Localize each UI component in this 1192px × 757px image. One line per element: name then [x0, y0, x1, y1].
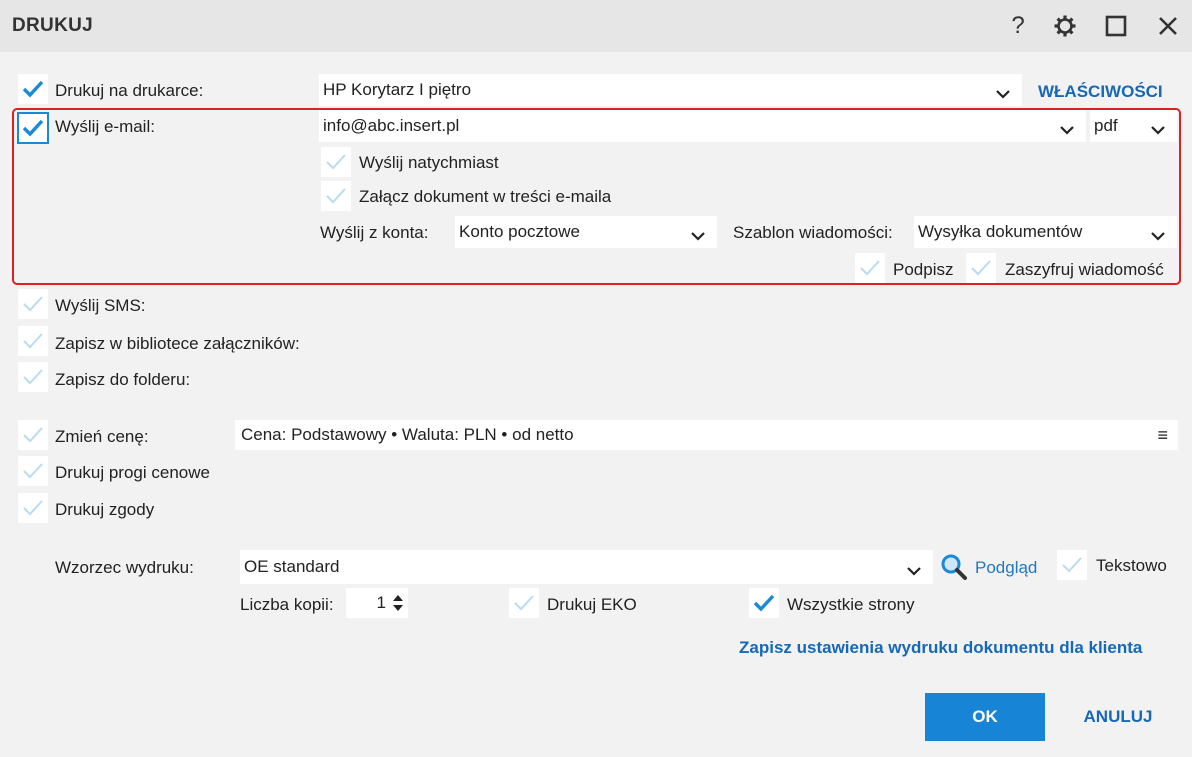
text-mode-checkbox[interactable]	[1057, 550, 1087, 580]
print-thresholds-checkbox[interactable]	[18, 456, 48, 486]
save-folder-label: Zapisz do folderu:	[55, 370, 191, 389]
send-now-checkbox[interactable]	[321, 147, 351, 177]
encrypt-label: Zaszyfruj wiadomość	[1005, 260, 1164, 279]
print-on-printer-label: Drukuj na drukarce:	[55, 81, 204, 100]
text-mode-label: Tekstowo	[1096, 556, 1167, 575]
save-attachments-label: Zapisz w bibliotece załączników:	[55, 334, 300, 353]
send-sms-checkbox[interactable]	[18, 289, 48, 319]
email-account-value: Konto pocztowe	[459, 222, 580, 241]
save-settings-for-client-link[interactable]: Zapisz ustawienia wydruku dokumentu dla …	[739, 638, 1142, 658]
change-price-checkbox[interactable]	[18, 420, 48, 450]
close-icon[interactable]	[1152, 10, 1184, 42]
attach-in-body-label: Załącz dokument w treści e-maila	[359, 187, 612, 206]
email-template-value: Wysyłka dokumentów	[918, 222, 1083, 241]
price-settings-value: Cena: Podstawowy • Waluta: PLN • od nett…	[241, 425, 574, 444]
attach-in-body-checkbox[interactable]	[321, 181, 351, 211]
chevron-down-icon	[996, 84, 1014, 99]
stepper-arrows[interactable]	[392, 594, 404, 612]
email-account-label: Wyślij z konta:	[320, 223, 429, 242]
dialog-title: DRUKUJ	[12, 15, 93, 36]
gear-icon[interactable]	[1049, 10, 1081, 42]
chevron-down-icon	[907, 561, 925, 576]
send-email-checkbox[interactable]	[17, 112, 49, 144]
print-on-printer-checkbox[interactable]	[18, 74, 48, 104]
ok-button[interactable]: OK	[925, 693, 1045, 741]
cancel-button[interactable]: ANULUJ	[1072, 693, 1164, 741]
chevron-down-icon	[1151, 226, 1169, 241]
printer-value: HP Korytarz I piętro	[323, 80, 472, 99]
print-consents-label: Drukuj zgody	[55, 500, 155, 519]
sign-label: Podpisz	[893, 260, 954, 279]
send-email-label: Wyślij e-mail:	[55, 117, 155, 136]
email-address-select[interactable]: info@abc.insert.pl	[319, 110, 1086, 142]
stepper-up-icon[interactable]	[392, 594, 404, 602]
maximize-icon[interactable]	[1100, 10, 1132, 42]
copies-label: Liczba kopii:	[240, 595, 334, 614]
print-eko-checkbox[interactable]	[509, 588, 539, 618]
help-glyph: ?	[1011, 12, 1025, 39]
send-now-label: Wyślij natychmiast	[359, 153, 499, 172]
copies-stepper[interactable]: 1	[346, 588, 408, 618]
email-account-select[interactable]: Konto pocztowe	[455, 216, 717, 248]
stepper-down-icon[interactable]	[392, 604, 404, 612]
all-pages-label: Wszystkie strony	[787, 595, 915, 614]
preview-link[interactable]: Podgląd	[975, 558, 1037, 578]
preview-magnifier-icon[interactable]	[940, 553, 968, 581]
save-folder-checkbox[interactable]	[18, 362, 48, 392]
print-template-label: Wzorzec wydruku:	[55, 558, 194, 577]
email-template-label: Szablon wiadomości:	[733, 223, 893, 242]
email-template-select[interactable]: Wysyłka dokumentów	[914, 216, 1177, 248]
email-format-value: pdf	[1094, 116, 1118, 135]
encrypt-checkbox[interactable]	[966, 253, 996, 283]
menu-icon[interactable]: ≡	[1157, 425, 1168, 446]
print-thresholds-label: Drukuj progi cenowe	[55, 463, 210, 482]
help-icon[interactable]: ?	[1002, 10, 1034, 42]
email-address-value: info@abc.insert.pl	[323, 116, 460, 135]
sign-checkbox[interactable]	[855, 253, 885, 283]
email-format-select[interactable]: pdf	[1090, 110, 1177, 142]
print-template-select[interactable]: OE standard	[240, 550, 933, 584]
copies-value: 1	[376, 593, 386, 612]
chevron-down-icon	[1151, 120, 1169, 135]
printer-properties-link[interactable]: WŁAŚCIWOŚCI	[1038, 82, 1163, 102]
all-pages-checkbox[interactable]	[749, 588, 779, 618]
change-price-label: Zmień cenę:	[55, 427, 149, 446]
print-template-value: OE standard	[244, 557, 340, 576]
printer-select[interactable]: HP Korytarz I piętro	[319, 74, 1022, 106]
chevron-down-icon	[691, 226, 709, 241]
chevron-down-icon	[1060, 120, 1078, 135]
price-settings-field[interactable]: Cena: Podstawowy • Waluta: PLN • od nett…	[235, 420, 1178, 450]
print-consents-checkbox[interactable]	[18, 493, 48, 523]
send-sms-label: Wyślij SMS:	[55, 296, 146, 315]
print-eko-label: Drukuj EKO	[547, 595, 637, 614]
save-attachments-checkbox[interactable]	[18, 326, 48, 356]
